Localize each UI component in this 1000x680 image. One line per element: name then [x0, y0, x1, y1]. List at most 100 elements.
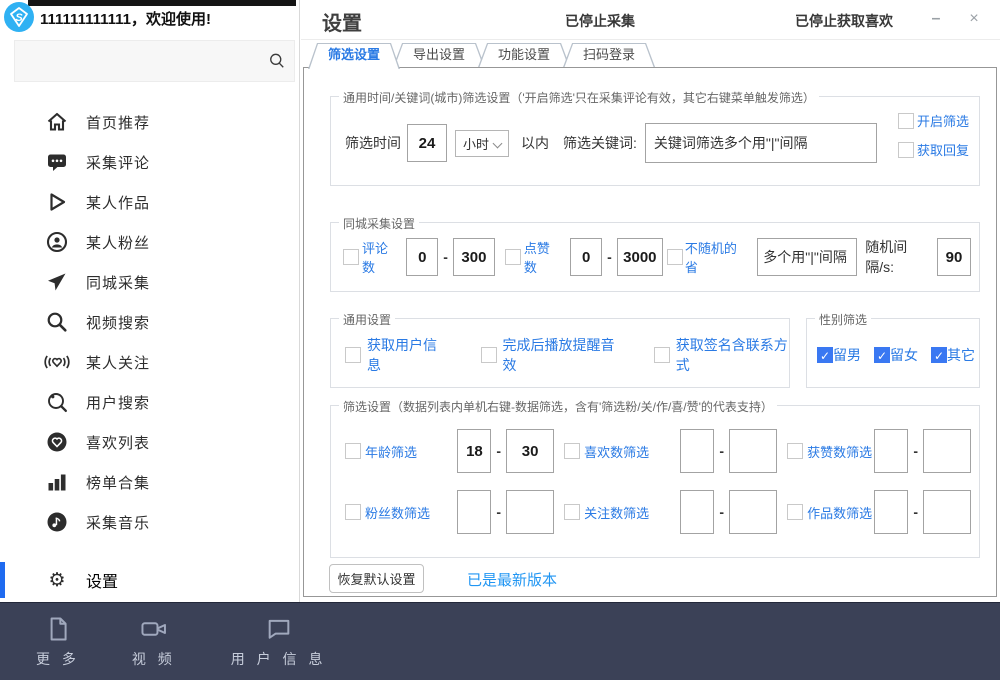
- fans-count-max-input[interactable]: [506, 490, 554, 534]
- fans-count-min-input[interactable]: [457, 490, 491, 534]
- enable-filter-checkbox[interactable]: [898, 113, 914, 129]
- works-count-min-input[interactable]: [874, 490, 908, 534]
- fans-count-filter-group: 粉丝数筛选 -: [345, 490, 554, 534]
- sidebar-item-settings[interactable]: ⚙ 设置: [0, 560, 299, 600]
- comment-icon: [42, 150, 72, 174]
- like-min-input[interactable]: [570, 238, 602, 276]
- time-unit-select[interactable]: 小时: [455, 130, 509, 157]
- search-icon: [42, 310, 72, 334]
- keep-female-row: 留女: [874, 345, 918, 365]
- interval-input[interactable]: [937, 238, 971, 276]
- keep-male-checkbox[interactable]: [817, 347, 833, 363]
- sidebar-item-rankings[interactable]: 榜单合集: [0, 462, 299, 502]
- age-min-input[interactable]: [457, 429, 491, 473]
- bottom-item-video[interactable]: 视 频: [132, 615, 176, 669]
- main-header: 设置 已停止采集 已停止获取喜欢 – ×: [301, 0, 1000, 40]
- sidebar: S 111111111111，欢迎使用! 首页推荐: [0, 0, 300, 602]
- fieldset-legend: 通用设置: [339, 311, 395, 328]
- province-list-input[interactable]: [757, 238, 857, 276]
- like-count-max-input[interactable]: [729, 429, 777, 473]
- comment-count-checkbox[interactable]: [343, 249, 359, 265]
- welcome-text: 111111111111，欢迎使用!: [40, 8, 211, 29]
- sidebar-item-video-search[interactable]: 视频搜索: [0, 302, 299, 342]
- app-logo-icon: S: [3, 1, 35, 33]
- search-icon[interactable]: [260, 51, 294, 71]
- tab-export-settings[interactable]: 导出设置: [393, 43, 485, 67]
- sidebar-item-user-search[interactable]: 用户搜索: [0, 382, 299, 422]
- follow-count-max-input[interactable]: [729, 490, 777, 534]
- minimize-button[interactable]: –: [923, 6, 949, 32]
- keep-male-row: 留男: [817, 345, 861, 365]
- user-search-icon: [42, 390, 72, 414]
- age-filter-checkbox[interactable]: [345, 443, 361, 459]
- follow-count-filter-group: 关注数筛选 -: [564, 490, 777, 534]
- sidebar-menu: 首页推荐 采集评论 某人作品 某人粉丝: [0, 102, 299, 542]
- music-circle-icon: [42, 510, 72, 534]
- praise-count-max-input[interactable]: [923, 429, 971, 473]
- follow-count-min-input[interactable]: [680, 490, 714, 534]
- play-sound-checkbox[interactable]: [481, 347, 497, 363]
- keyword-label: 筛选关键词:: [563, 133, 637, 153]
- age-max-input[interactable]: [506, 429, 554, 473]
- chevron-down-icon: [493, 138, 503, 148]
- sidebar-item-comments[interactable]: 采集评论: [0, 142, 299, 182]
- comment-max-input[interactable]: [453, 238, 495, 276]
- bottom-item-userinfo[interactable]: 用 户 信 息: [231, 615, 327, 669]
- get-reply-checkbox[interactable]: [898, 142, 914, 158]
- close-button[interactable]: ×: [961, 6, 987, 32]
- filter-time-label: 筛选时间: [345, 133, 401, 153]
- app-window: S 111111111111，欢迎使用! 首页推荐: [0, 0, 1000, 680]
- titlebar-strip: [28, 0, 296, 6]
- keyword-input[interactable]: [645, 123, 877, 163]
- general-settings-fieldset: 通用设置 获取用户信息 完成后播放提醒音效 获取签名含联系方式: [330, 318, 790, 388]
- fans-count-filter-checkbox[interactable]: [345, 504, 361, 520]
- praise-count-filter-checkbox[interactable]: [787, 443, 803, 459]
- sidebar-item-fans[interactable]: 某人粉丝: [0, 222, 299, 262]
- chat-icon: [265, 615, 293, 643]
- like-count-filter-group: 喜欢数筛选 -: [564, 429, 777, 473]
- tab-filter-settings[interactable]: 筛选设置: [308, 43, 400, 67]
- sidebar-item-music[interactable]: 采集音乐: [0, 502, 299, 542]
- user-circle-icon: [42, 230, 72, 254]
- praise-count-filter-group: 获赞数筛选 -: [787, 429, 971, 473]
- sidebar-item-follows[interactable]: 某人关注: [0, 342, 299, 382]
- like-count-filter-checkbox[interactable]: [564, 443, 580, 459]
- version-status-link[interactable]: 已是最新版本: [467, 569, 557, 590]
- file-icon: [44, 615, 72, 643]
- tab-qr-login[interactable]: 扫码登录: [563, 43, 655, 67]
- comment-min-input[interactable]: [406, 238, 438, 276]
- sidebar-item-city[interactable]: 同城采集: [0, 262, 299, 302]
- tab-function-settings[interactable]: 功能设置: [478, 43, 570, 67]
- province-checkbox[interactable]: [667, 249, 683, 265]
- bottom-item-more[interactable]: 更 多: [36, 615, 80, 669]
- reset-defaults-button[interactable]: 恢复默认设置: [329, 564, 424, 593]
- heart-circle-icon: [42, 430, 72, 454]
- like-count-min-input[interactable]: [680, 429, 714, 473]
- sidebar-item-home[interactable]: 首页推荐: [0, 102, 299, 142]
- sidebar-item-likes[interactable]: 喜欢列表: [0, 422, 299, 462]
- sidebar-item-works[interactable]: 某人作品: [0, 182, 299, 222]
- get-userinfo-checkbox[interactable]: [345, 347, 361, 363]
- gear-icon: ⚙: [42, 571, 72, 590]
- filter-time-input[interactable]: [407, 124, 447, 162]
- video-icon: [139, 615, 169, 643]
- tab-bar: 筛选设置 导出设置 功能设置 扫码登录: [308, 43, 648, 68]
- data-filter-fieldset: 筛选设置（数据列表内单机右键-数据筛选，含有'筛选粉/关/作/喜/赞'的代表支持…: [330, 405, 980, 558]
- svg-text:S: S: [15, 12, 23, 24]
- works-count-filter-group: 作品数筛选 -: [787, 490, 971, 534]
- works-count-filter-checkbox[interactable]: [787, 504, 803, 520]
- search-input[interactable]: [15, 53, 260, 69]
- get-reply-checkbox-row: 获取回复: [898, 140, 969, 159]
- fieldset-legend: 同城采集设置: [339, 215, 419, 232]
- fieldset-legend: 通用时间/关键词(城市)筛选设置（'开启筛选'只在采集评论有效，其它右键菜单触发…: [339, 89, 819, 106]
- keep-other-checkbox[interactable]: [931, 347, 947, 363]
- sidebar-search: [14, 40, 295, 82]
- signature-contact-checkbox[interactable]: [654, 347, 670, 363]
- works-count-max-input[interactable]: [923, 490, 971, 534]
- active-indicator: [0, 562, 5, 598]
- like-count-checkbox[interactable]: [505, 249, 521, 265]
- praise-count-min-input[interactable]: [874, 429, 908, 473]
- like-max-input[interactable]: [617, 238, 663, 276]
- keep-female-checkbox[interactable]: [874, 347, 890, 363]
- follow-count-filter-checkbox[interactable]: [564, 504, 580, 520]
